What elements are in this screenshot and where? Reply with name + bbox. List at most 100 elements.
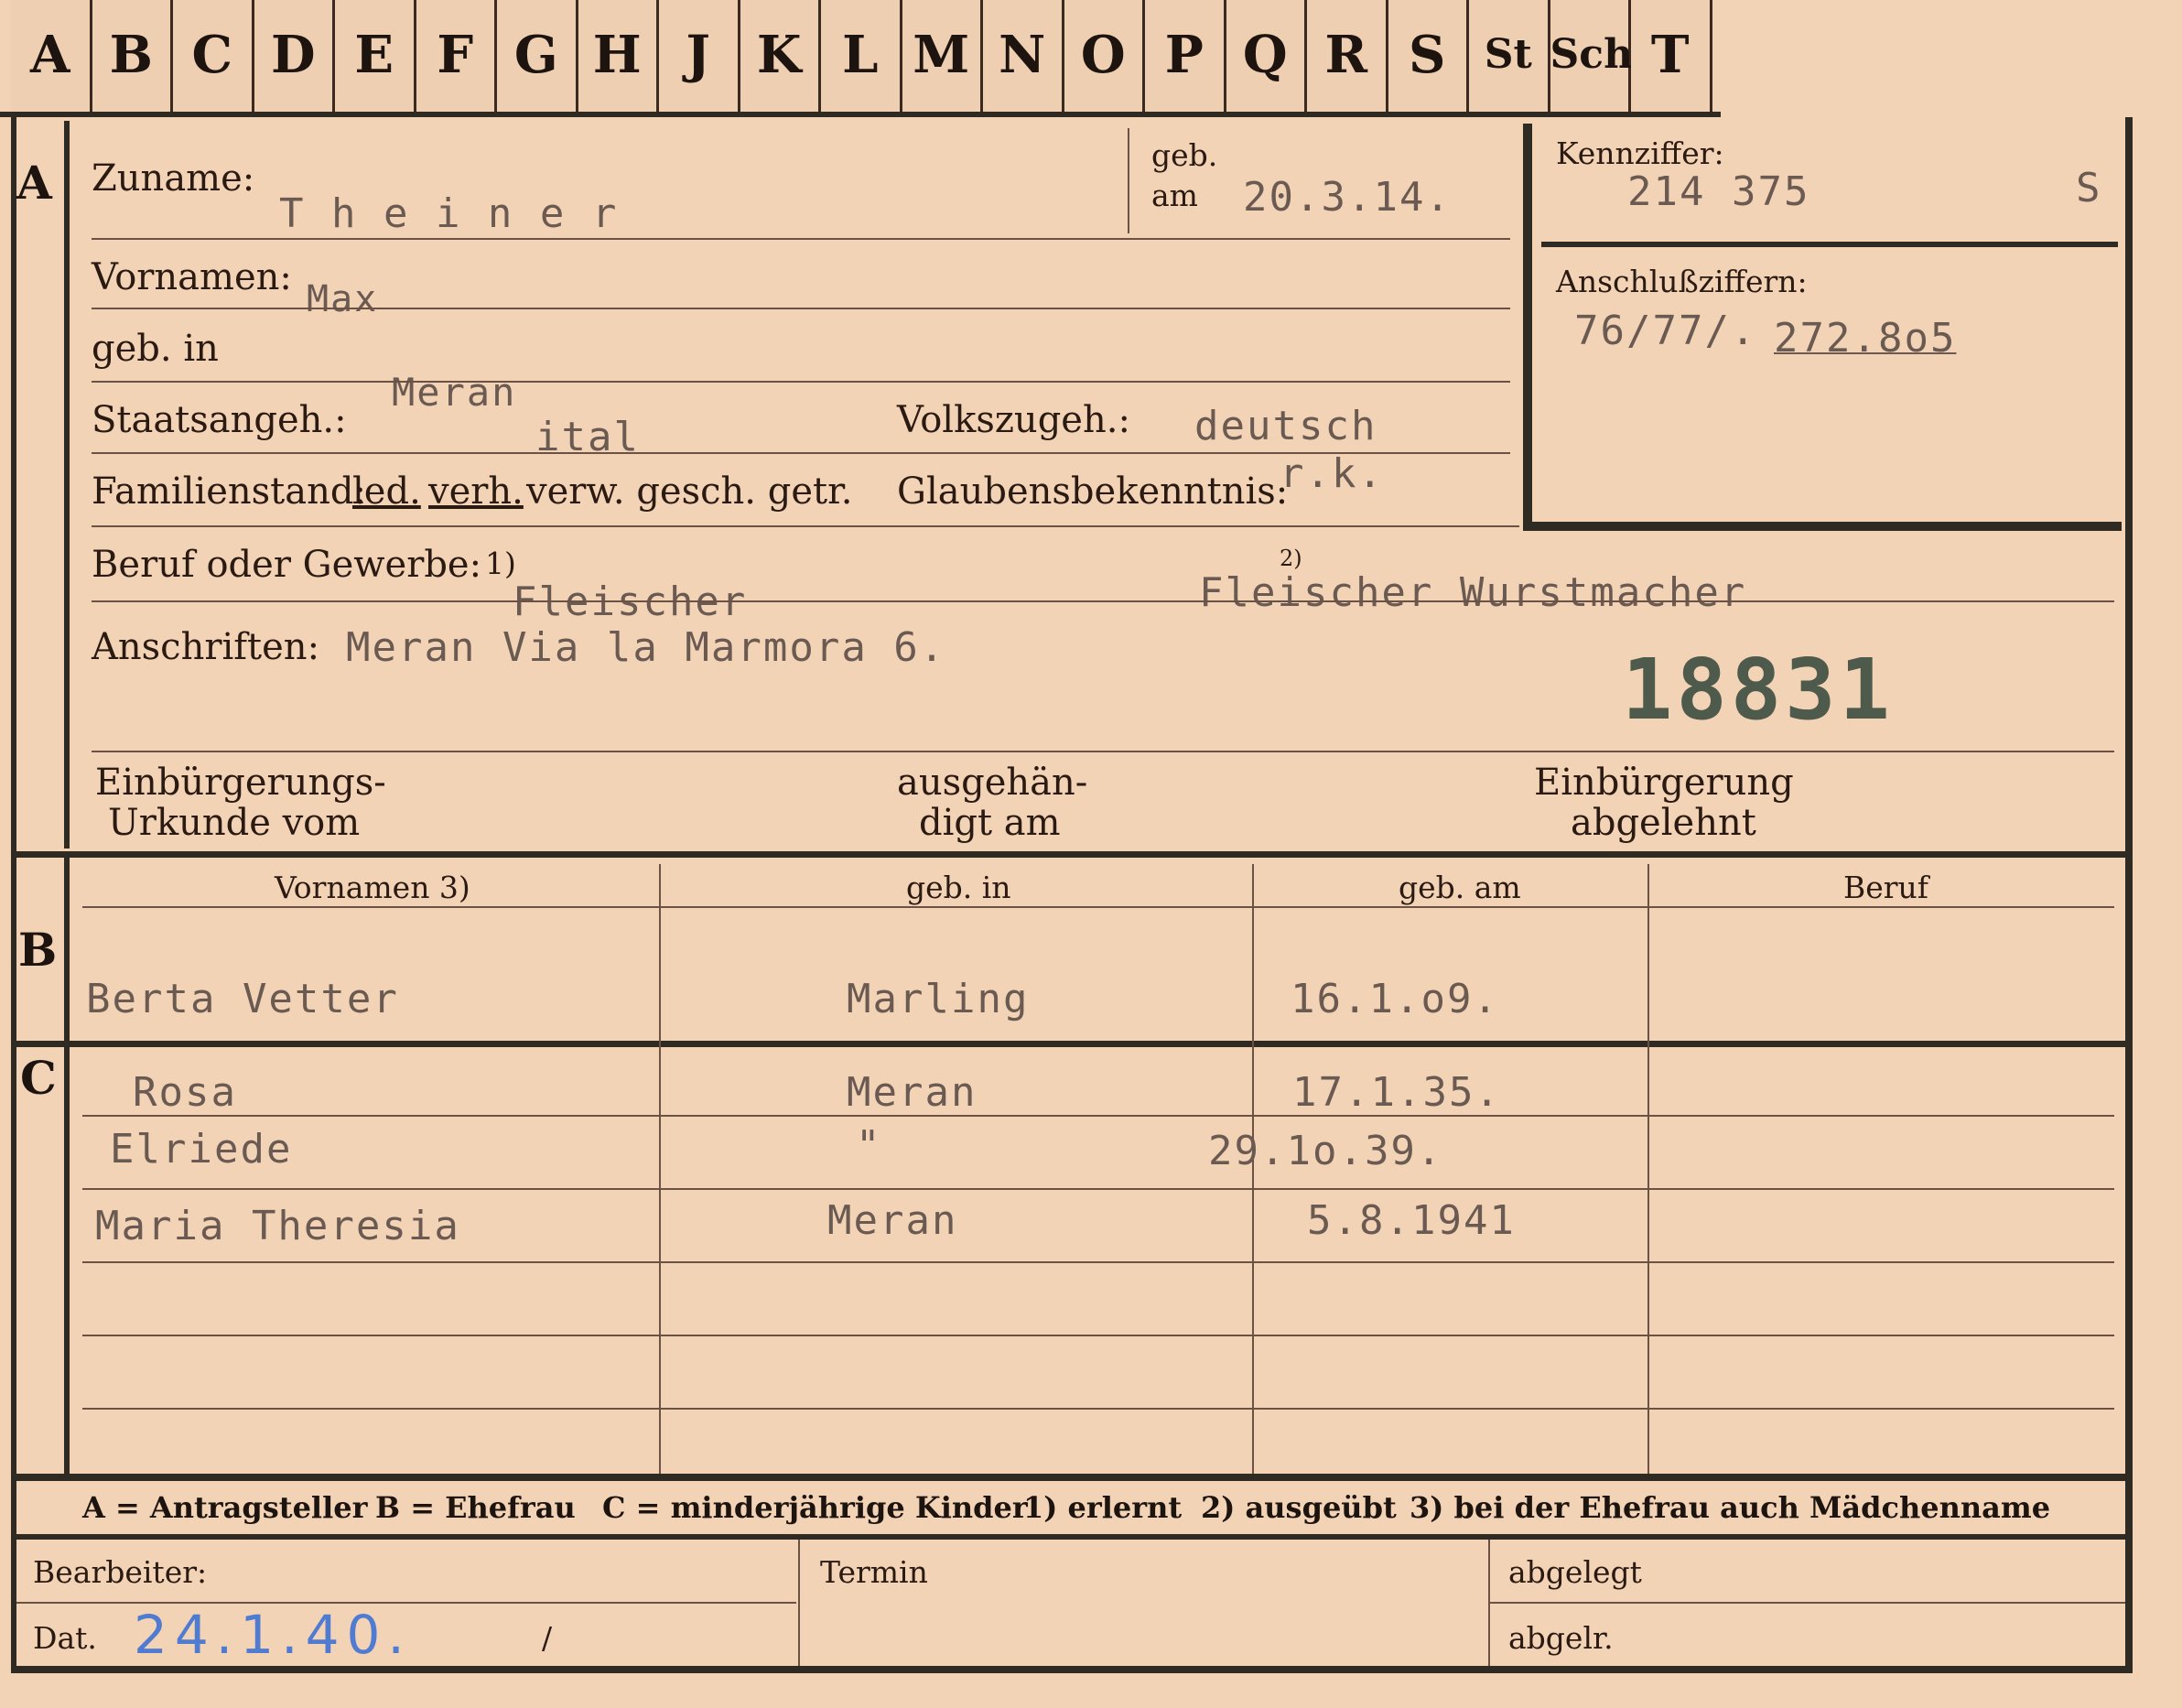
section-b-bottom	[11, 1041, 2133, 1047]
frame-right	[2125, 117, 2133, 1673]
termin-label: Termin	[820, 1554, 928, 1590]
index-tab-sch: Sch	[1550, 0, 1633, 112]
kinder-row-line-2	[82, 1188, 2114, 1190]
abgelegt-label: abgelegt	[1508, 1554, 1642, 1590]
geb-label-1: geb.	[1151, 137, 1218, 173]
index-tab-p: P	[1145, 0, 1226, 112]
familienstand-verh: verh.	[428, 470, 524, 513]
familienstand-label: Familienstand:	[92, 470, 366, 513]
index-tab-a: A	[11, 0, 92, 112]
familienstand-rest: verw. gesch. getr.	[526, 470, 853, 513]
legend-b: B = Ehefrau	[375, 1490, 576, 1525]
section-c-rule	[64, 1047, 70, 1474]
section-c-bottom	[11, 1474, 2133, 1481]
index-tab-c: C	[173, 0, 254, 112]
section-a-bottom	[11, 851, 2133, 858]
stamp-number: 18831	[1622, 641, 1894, 739]
kennziffer-value: 214 375	[1627, 168, 1810, 215]
dat-slash: /	[542, 1620, 553, 1656]
header-geb-in: geb. in	[906, 870, 1011, 905]
kinder-row-line-3	[82, 1261, 2114, 1263]
kind-3-geb-in: Meran	[827, 1197, 958, 1244]
dat-value: 24.1.40.	[134, 1604, 412, 1666]
bearbeiter-label: Bearbeiter:	[33, 1554, 208, 1590]
header-row-line	[82, 906, 2114, 908]
kennziffer-box-left	[1523, 124, 1532, 531]
anschriften-value: Meran Via la Marmora 6.	[346, 624, 946, 671]
geb-in-value: Meran	[392, 370, 517, 415]
kennziffer-suffix: S	[2076, 165, 2102, 211]
legend-bottom	[11, 1534, 2133, 1540]
glaubens-value: r.k.	[1280, 450, 1384, 497]
beruf-label: Beruf oder Gewerbe:	[92, 544, 482, 586]
index-tab-m: M	[902, 0, 983, 112]
legend-note-3: 3) bei der Ehefrau auch Mädchenname	[1410, 1490, 2051, 1525]
index-tab-st: St	[1469, 0, 1550, 112]
index-tab-t: T	[1631, 0, 1712, 112]
row-line-beruf	[92, 600, 2114, 602]
index-tab-k: K	[740, 0, 821, 112]
index-tab-b: B	[92, 0, 173, 112]
anschluss-value-2: 272.8o5	[1774, 315, 1957, 362]
header-vornamen: Vornamen 3)	[275, 870, 470, 905]
section-a-rule	[64, 121, 70, 849]
abgelehnt-label-2: abgelehnt	[1571, 802, 1756, 844]
familienstand-led: led.	[352, 470, 421, 513]
anschriften-label: Anschriften:	[92, 626, 320, 668]
footer-divider-1	[798, 1540, 800, 1666]
col-divider-3	[1647, 864, 1649, 1474]
kind-2-geb-in: "	[856, 1122, 882, 1169]
zuname-label: Zuname:	[92, 157, 255, 200]
header-geb-am: geb. am	[1399, 870, 1521, 905]
section-c-marker: C	[20, 1051, 57, 1105]
beruf-ausgeuebt-value: Fleischer Wurstmacher	[1199, 569, 1747, 616]
kind-1-vornamen: Rosa	[133, 1069, 237, 1116]
kinder-row-line-1	[82, 1115, 2114, 1117]
einbuergerung-label-1: Einbürgerungs-	[95, 762, 386, 804]
kind-3-geb-am: 5.8.1941	[1307, 1197, 1516, 1244]
volkszugeh-value: deutsch	[1194, 403, 1377, 449]
abgelr-label: abgelr.	[1508, 1620, 1614, 1656]
vornamen-value: Max	[307, 278, 379, 320]
index-tab-f: F	[416, 0, 497, 112]
tab-strip-border	[0, 112, 1721, 117]
geb-label-2: am	[1151, 178, 1198, 213]
index-tab-d: D	[254, 0, 335, 112]
ausgehaendigt-label-1: ausgehän-	[897, 762, 1088, 804]
row-line-anschriften	[92, 751, 2114, 752]
ehefrau-geb-in: Marling	[847, 976, 1030, 1022]
glaubens-label: Glaubensbekenntnis:	[897, 470, 1289, 513]
frame-left	[11, 117, 16, 1673]
geb-in-label: geb. in	[92, 328, 219, 370]
kennziffer-label: Kennziffer:	[1556, 135, 1724, 171]
beruf-footnote-1: 1)	[485, 546, 516, 581]
kind-3-vornamen: Maria Theresia	[95, 1203, 460, 1249]
ehefrau-geb-am: 16.1.o9.	[1291, 976, 1499, 1022]
legend-note-2: 2) ausgeübt	[1201, 1490, 1397, 1525]
row-line-geb-in	[92, 381, 1510, 383]
record-card: A B C D E F G H J K L M N O P Q R S St Sch T A Zuname: T h e…	[0, 0, 2182, 1708]
ausgehaendigt-label-2: digt am	[919, 802, 1061, 844]
section-b-marker: B	[18, 923, 58, 977]
legend-a: A = Antragsteller	[82, 1490, 368, 1525]
row-line-zuname	[92, 238, 1510, 240]
anschluss-value-1: 76/77/.	[1574, 308, 1757, 354]
einbuergerung-label-2: Urkunde vom	[108, 802, 361, 844]
kinder-row-line-5	[82, 1408, 2114, 1410]
card-bottom	[11, 1666, 2133, 1673]
vornamen-label: Vornamen:	[92, 256, 292, 298]
col-divider-1	[659, 864, 661, 1474]
anschluss-label: Anschlußziffern:	[1556, 264, 1808, 299]
index-tab-l: L	[821, 0, 902, 112]
row-line-familienstand	[92, 525, 1519, 527]
index-tab-h: H	[578, 0, 659, 112]
kind-1-geb-in: Meran	[847, 1069, 978, 1116]
staatsangeh-label: Staatsangeh.:	[92, 399, 347, 441]
section-a-marker: A	[16, 156, 52, 210]
volkszugeh-label: Volkszugeh.:	[897, 399, 1130, 441]
index-tab-r: R	[1307, 0, 1388, 112]
index-tab-o: O	[1064, 0, 1145, 112]
index-tab-n: N	[983, 0, 1064, 112]
index-tab-q: Q	[1226, 0, 1307, 112]
abgelehnt-label-1: Einbürgerung	[1534, 762, 1794, 804]
